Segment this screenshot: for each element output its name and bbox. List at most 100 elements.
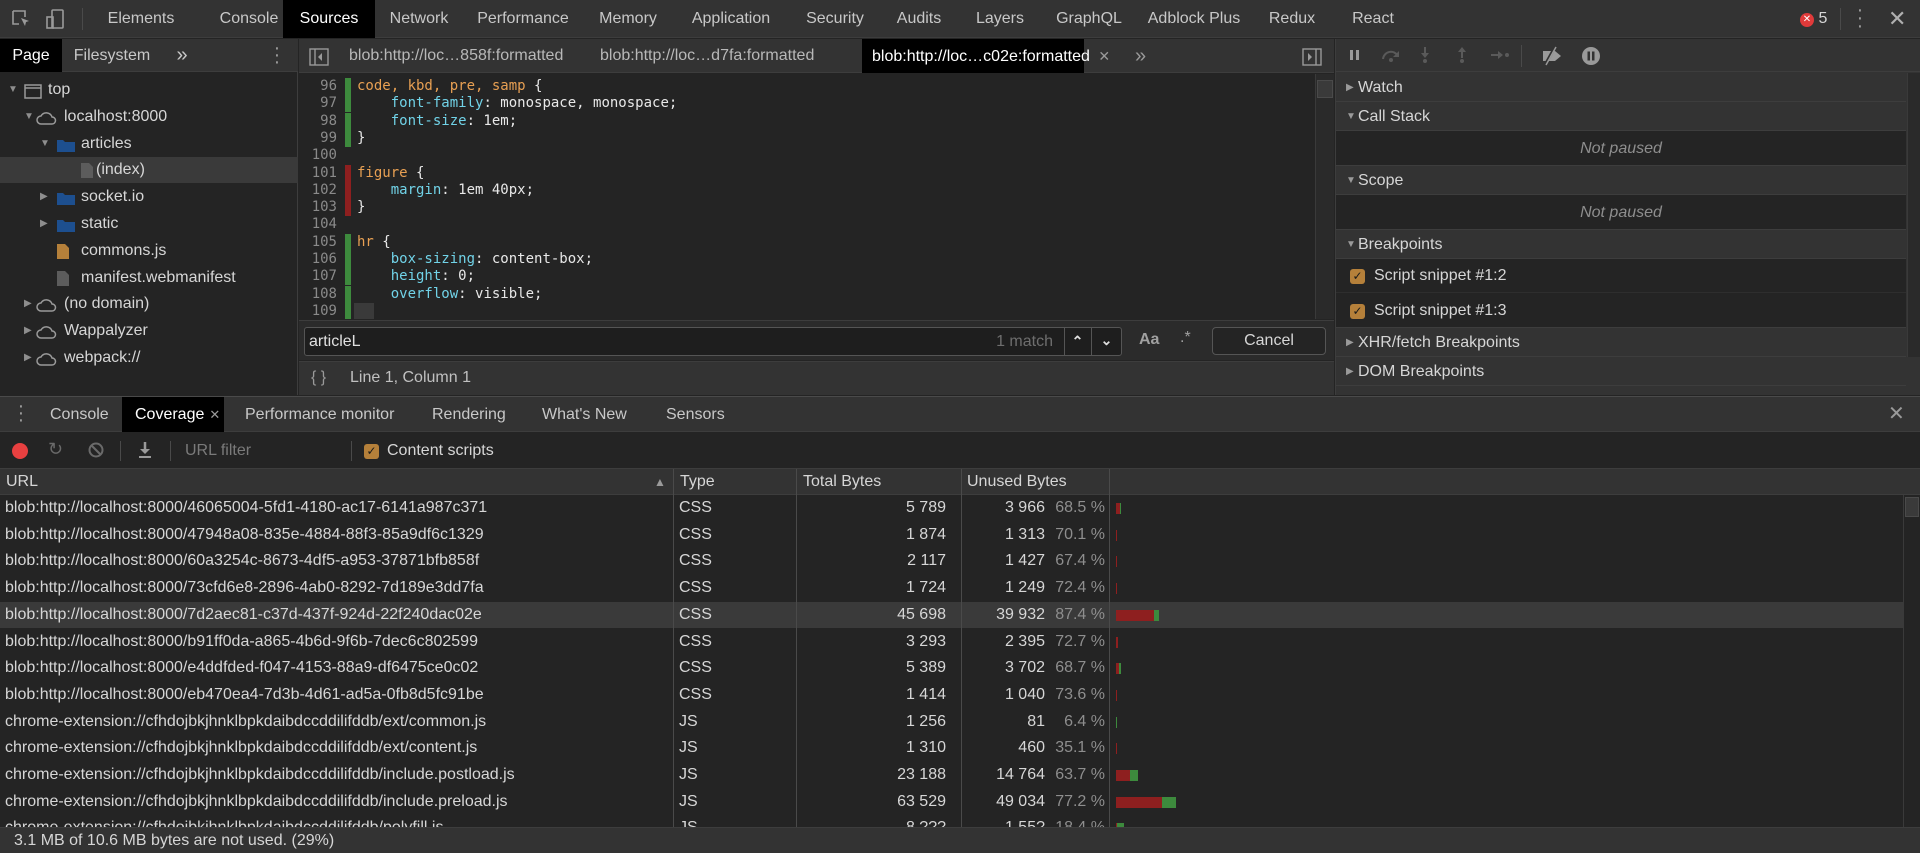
coverage-row[interactable]: chrome-extension://cfhdojbkjhnklbpkdaibd… bbox=[0, 789, 1903, 816]
coverage-row[interactable]: blob:http://localhost:8000/73cfd6e8-2896… bbox=[0, 575, 1903, 602]
line-number[interactable]: 103 bbox=[299, 199, 337, 216]
expand-arrow-icon[interactable]: ▶ bbox=[24, 318, 32, 344]
code-line[interactable]: 109 bbox=[299, 302, 1315, 319]
coverage-row[interactable]: chrome-extension://cfhdojbkjhnklbpkdaibd… bbox=[0, 762, 1903, 789]
tree-item[interactable]: ▶ webpack:// bbox=[0, 345, 298, 371]
editor-tab[interactable]: blob:http://loc…d7fa:formatted bbox=[549, 39, 814, 73]
coverage-row[interactable]: chrome-extension://cfhdojbkjhnklbpkdaibd… bbox=[0, 709, 1903, 736]
url-filter-input[interactable]: URL filter bbox=[185, 433, 251, 469]
dom-breakpoints-pane-header[interactable]: ▶ DOM Breakpoints bbox=[1336, 357, 1906, 386]
coverage-row[interactable]: blob:http://localhost:8000/eb470ea4-7d3b… bbox=[0, 682, 1903, 709]
coverage-row[interactable]: chrome-extension://cfhdojbkjhnklbpkdaibd… bbox=[0, 815, 1903, 827]
code-line[interactable]: 99} bbox=[299, 129, 1315, 147]
collapse-arrow-icon[interactable]: ▼ bbox=[8, 77, 18, 103]
tab-layers[interactable]: Layers bbox=[957, 0, 1043, 38]
device-toolbar-icon[interactable] bbox=[44, 8, 66, 30]
column-header-type[interactable]: Type bbox=[680, 469, 715, 495]
search-input[interactable]: articleL bbox=[309, 328, 361, 355]
breakpoint-item[interactable]: ✓ Script snippet #1:2 bbox=[1336, 259, 1906, 293]
coverage-row[interactable]: chrome-extension://cfhdojbkjhnklbpkdaibd… bbox=[0, 735, 1903, 762]
line-number[interactable]: 100 bbox=[299, 147, 337, 164]
drawer-menu-icon[interactable]: · · · bbox=[16, 396, 26, 430]
line-number[interactable]: 109 bbox=[299, 303, 337, 319]
deactivate-breakpoints-icon[interactable] bbox=[1541, 46, 1565, 71]
code-line[interactable]: 101 figure { bbox=[299, 164, 1315, 182]
tab-memory[interactable]: Memory bbox=[583, 0, 673, 38]
toggle-debugger-icon[interactable] bbox=[1302, 48, 1322, 71]
search-prev-button[interactable]: ⌃ bbox=[1064, 328, 1090, 355]
pretty-print-icon[interactable]: { } bbox=[311, 362, 326, 394]
code-line[interactable]: 107 height: 0; bbox=[299, 268, 1315, 286]
code-editor[interactable]: 96 code, kbd, pre, samp {97 font-family: … bbox=[299, 74, 1315, 319]
editor-tab[interactable]: blob:http://loc…858f:formatted bbox=[341, 39, 563, 73]
pause-on-exceptions-icon[interactable] bbox=[1581, 46, 1601, 71]
watch-pane-header[interactable]: ▶ Watch bbox=[1336, 73, 1906, 102]
breakpoint-item[interactable]: ✓ Script snippet #1:3 bbox=[1336, 294, 1906, 328]
tab-application[interactable]: Application bbox=[673, 0, 789, 38]
code-line[interactable]: 104 bbox=[299, 216, 1315, 233]
coverage-row[interactable]: blob:http://localhost:8000/b91ff0da-a865… bbox=[0, 629, 1903, 656]
tree-item[interactable]: ▶ static bbox=[0, 211, 298, 237]
navigator-tab-page[interactable]: Page bbox=[0, 39, 62, 72]
tree-item[interactable]: ▶ socket.io bbox=[0, 184, 298, 210]
code-line[interactable]: 102 margin: 1em 40px; bbox=[299, 181, 1315, 199]
tab-console[interactable]: Console bbox=[202, 0, 296, 38]
search-field[interactable]: articleL 1 match ⌃ ⌄ bbox=[304, 327, 1122, 356]
tab-adblock-plus[interactable]: Adblock Plus bbox=[1135, 0, 1253, 38]
tab-performance[interactable]: Performance bbox=[463, 0, 583, 38]
error-count-badge[interactable]: ✕ 5 bbox=[1800, 10, 1827, 28]
code-line[interactable]: 108 overflow: visible; bbox=[299, 285, 1315, 303]
breakpoint-checkbox[interactable]: ✓ bbox=[1350, 304, 1365, 319]
call-stack-pane-header[interactable]: ▼ Call Stack bbox=[1336, 102, 1906, 131]
content-scripts-checkbox[interactable]: ✓ bbox=[364, 444, 379, 459]
tree-item[interactable]: manifest.webmanifest bbox=[0, 265, 298, 291]
close-drawer-icon[interactable]: ✕ bbox=[1888, 401, 1905, 427]
tree-item[interactable]: (index) bbox=[0, 157, 298, 184]
line-number[interactable]: 107 bbox=[299, 268, 337, 285]
coverage-row[interactable]: blob:http://localhost:8000/47948a08-835e… bbox=[0, 522, 1903, 549]
line-number[interactable]: 96 bbox=[299, 78, 337, 95]
breakpoints-pane-header[interactable]: ▼ Breakpoints bbox=[1336, 230, 1906, 259]
collapse-arrow-icon[interactable]: ▼ bbox=[24, 104, 34, 130]
line-number[interactable]: 106 bbox=[299, 251, 337, 268]
coverage-row[interactable]: blob:http://localhost:8000/46065004-5fd1… bbox=[0, 495, 1903, 522]
tree-item[interactable]: commons.js bbox=[0, 238, 298, 264]
line-number[interactable]: 97 bbox=[299, 95, 337, 112]
tab-elements[interactable]: Elements bbox=[80, 0, 202, 38]
column-header-unused-bytes[interactable]: Unused Bytes bbox=[967, 469, 1067, 495]
line-number[interactable]: 98 bbox=[299, 113, 337, 130]
column-header-total-bytes[interactable]: Total Bytes bbox=[803, 469, 881, 495]
line-number[interactable]: 99 bbox=[299, 130, 337, 147]
export-icon[interactable] bbox=[137, 441, 153, 464]
drawer-tab-what-s-new[interactable]: What's New bbox=[530, 397, 645, 432]
column-header-url[interactable]: URL bbox=[6, 469, 38, 495]
tab-sources[interactable]: Sources bbox=[283, 0, 375, 38]
clear-icon[interactable] bbox=[88, 442, 104, 463]
inspect-element-icon[interactable] bbox=[10, 8, 32, 30]
debugger-scrollbar[interactable] bbox=[1907, 73, 1920, 357]
editor-tab-active[interactable]: blob:http://loc…c02e:formatted ✕ bbox=[862, 39, 1110, 73]
scope-pane-header[interactable]: ▼ Scope bbox=[1336, 166, 1906, 195]
code-line[interactable]: 96 code, kbd, pre, samp { bbox=[299, 78, 1315, 95]
match-case-button[interactable]: Aa bbox=[1139, 331, 1159, 349]
toggle-navigator-icon[interactable] bbox=[309, 48, 329, 71]
search-next-button[interactable]: ⌄ bbox=[1091, 328, 1121, 355]
coverage-row[interactable]: blob:http://localhost:8000/7d2aec81-c37d… bbox=[0, 601, 1903, 629]
tree-item[interactable]: ▶ Wappalyzer bbox=[0, 318, 298, 344]
code-line[interactable]: 97 font-family: monospace, monospace; bbox=[299, 95, 1315, 113]
line-number[interactable]: 104 bbox=[299, 216, 337, 233]
tree-item[interactable]: ▼ top bbox=[0, 77, 298, 103]
expand-arrow-icon[interactable]: ▶ bbox=[40, 184, 48, 210]
line-number[interactable]: 102 bbox=[299, 182, 337, 199]
drawer-tab-sensors[interactable]: Sensors bbox=[654, 397, 744, 432]
code-line[interactable]: 103} bbox=[299, 199, 1315, 217]
code-line[interactable]: 105 hr { bbox=[299, 233, 1315, 251]
tree-item[interactable]: ▶ (no domain) bbox=[0, 291, 298, 317]
record-icon[interactable] bbox=[12, 443, 28, 459]
navigator-menu-icon[interactable]: · · · bbox=[272, 38, 282, 72]
tree-item[interactable]: ▼ articles bbox=[0, 131, 298, 157]
drawer-tab-performance-monitor[interactable]: Performance monitor bbox=[233, 397, 413, 432]
drawer-tab-rendering[interactable]: Rendering bbox=[420, 397, 520, 432]
drawer-tab-coverage[interactable]: Coverage ✕ bbox=[122, 397, 224, 432]
expand-arrow-icon[interactable]: ▶ bbox=[24, 291, 32, 317]
